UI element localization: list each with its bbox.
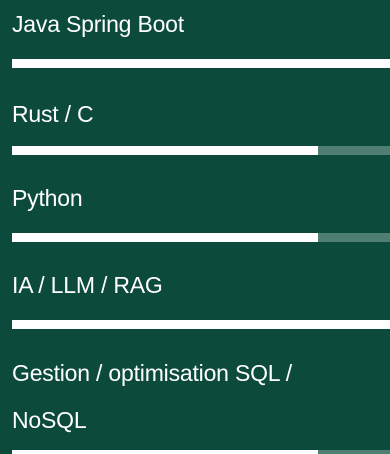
- skill-progress-track: [12, 146, 390, 155]
- skill-progress-fill: [12, 146, 319, 155]
- skill-progress-fill: [12, 59, 390, 68]
- skill-progress-track: [12, 233, 390, 242]
- skill-progress-track: [12, 450, 390, 454]
- skill-progress-track: [12, 59, 390, 68]
- skill-label: Python: [12, 185, 83, 211]
- skill-label: Rust / C: [12, 101, 94, 127]
- skill-progress-track: [12, 320, 390, 329]
- skill-progress-fill: [12, 320, 390, 329]
- skill-label: Gestion / optimisation SQL / NoSQL: [12, 360, 292, 433]
- skill-label: IA / LLM / RAG: [12, 272, 163, 298]
- skill-label: Java Spring Boot: [12, 11, 184, 37]
- skill-progress-fill: [12, 450, 319, 454]
- skill-progress-fill: [12, 233, 319, 242]
